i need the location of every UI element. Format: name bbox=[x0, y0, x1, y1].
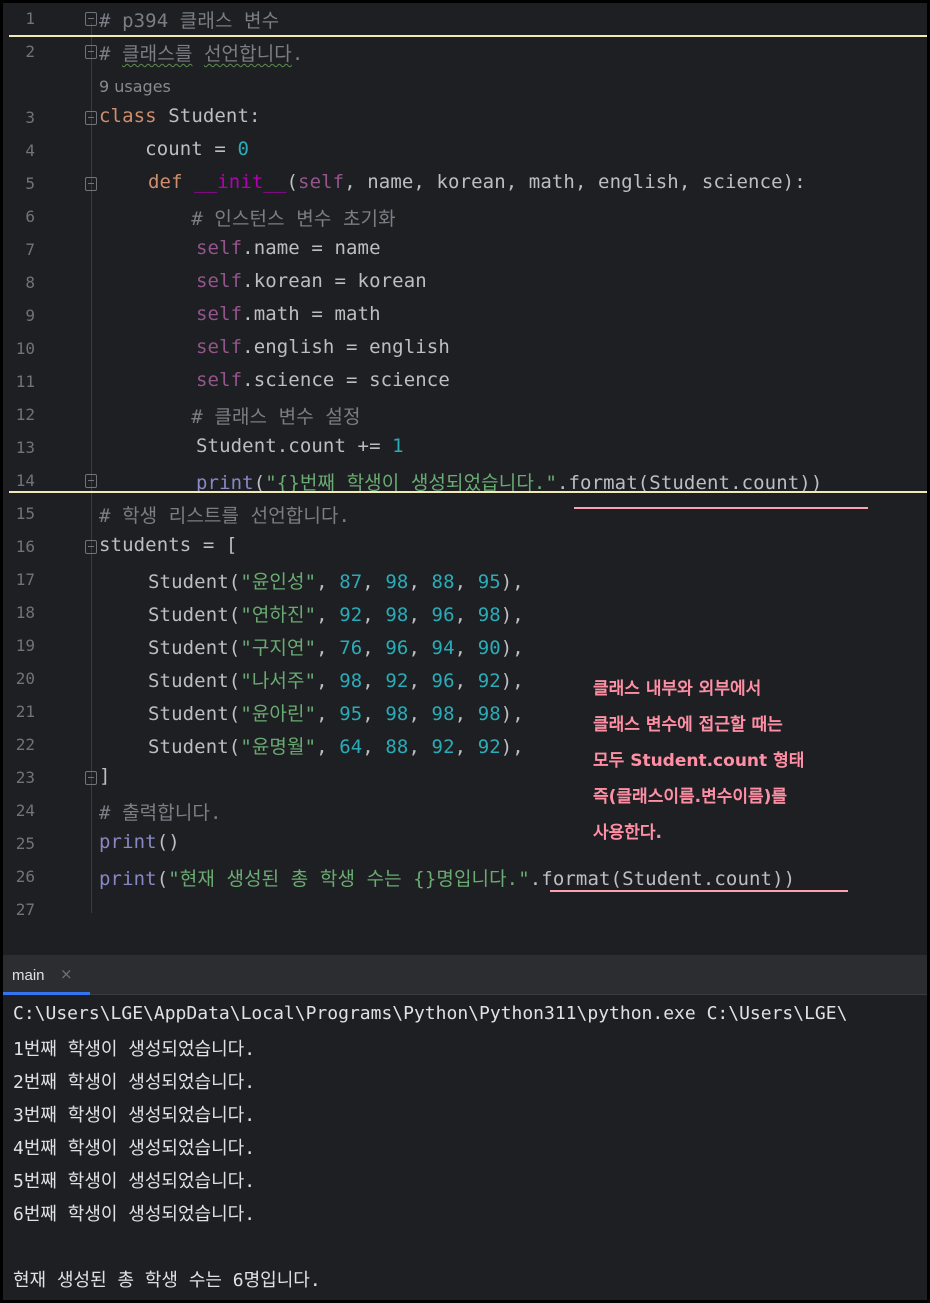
code-line-12: # 클래스 변수 설정 bbox=[99, 406, 361, 428]
line-number: 26 bbox=[15, 867, 35, 886]
console-output-line: C:\Users\LGE\AppData\Local\Programs\Pyth… bbox=[13, 1003, 848, 1024]
line-number: 11 bbox=[15, 372, 35, 391]
line-number: 20 bbox=[15, 669, 35, 688]
line-number: 5 bbox=[25, 174, 35, 193]
highlight-border-bottom bbox=[9, 491, 927, 493]
console-output-line: 2번째 학생이 생성되었습니다. bbox=[13, 1072, 256, 1093]
line-number: 27 bbox=[15, 900, 35, 919]
line-number: 8 bbox=[25, 273, 35, 292]
run-panel: main × C:\Users\LGE\AppData\Local\Progra… bbox=[3, 955, 927, 1300]
annotation-underline bbox=[550, 890, 848, 892]
code-editor[interactable]: 1 2 3 4 5 6 7 8 9 10 11 12 13 14 15 16 1… bbox=[3, 3, 927, 919]
line-number: 9 bbox=[25, 306, 35, 325]
annotation-line: 클래스 내부와 외부에서 bbox=[593, 679, 762, 699]
line-number: 3 bbox=[25, 108, 35, 127]
code-line-13: Student.count += 1 bbox=[196, 435, 404, 457]
line-number: 16 bbox=[15, 537, 35, 556]
console-output-line: 4번째 학생이 생성되었습니다. bbox=[13, 1138, 256, 1159]
code-line-10: self.english = english bbox=[196, 336, 450, 358]
code-line-25: print() bbox=[99, 831, 180, 853]
line-number: 22 bbox=[15, 735, 35, 754]
line-number: 12 bbox=[15, 405, 35, 424]
fold-icon[interactable] bbox=[85, 474, 97, 488]
annotation-underline bbox=[574, 507, 868, 509]
line-number: 24 bbox=[15, 801, 35, 820]
line-number: 10 bbox=[15, 339, 35, 358]
annotation-line: 클래스 변수에 접근할 때는 bbox=[593, 715, 783, 735]
annotation-line: 모두 Student.count 형태 bbox=[593, 751, 805, 771]
code-line-26: print("현재 생성된 총 학생 수는 {}명입니다.".format(St… bbox=[99, 868, 796, 890]
line-number: 18 bbox=[15, 603, 35, 622]
code-line-5: def __init__(self, name, korean, math, e… bbox=[148, 171, 806, 193]
close-icon[interactable]: × bbox=[60, 965, 73, 983]
fold-icon[interactable] bbox=[85, 177, 97, 191]
fold-icon[interactable] bbox=[85, 771, 97, 785]
line-number: 13 bbox=[15, 438, 35, 457]
fold-icon[interactable] bbox=[85, 111, 97, 125]
code-line-6: # 인스턴스 변수 초기화 bbox=[99, 208, 396, 230]
highlight-border-top bbox=[9, 35, 927, 37]
code-line-8: self.korean = korean bbox=[196, 270, 427, 292]
code-line-4: count = 0 bbox=[99, 138, 250, 160]
code-line-9: self.math = math bbox=[196, 303, 381, 325]
student-entry: Student("나서주", 98, 92, 96, 92), bbox=[148, 670, 524, 692]
student-entry: Student("윤명월", 64, 88, 92, 92), bbox=[148, 736, 524, 758]
fold-icon[interactable] bbox=[85, 45, 97, 59]
fold-icon[interactable] bbox=[85, 12, 97, 26]
console-output-line: 현재 생성된 총 학생 수는 6명입니다. bbox=[13, 1270, 321, 1291]
line-number: 14 bbox=[15, 471, 35, 490]
usages-hint[interactable]: 9 usages bbox=[99, 77, 171, 96]
tab-main[interactable]: main bbox=[12, 967, 45, 984]
line-number: 15 bbox=[15, 504, 35, 523]
console-output-line: 1번째 학생이 생성되었습니다. bbox=[13, 1039, 256, 1060]
line-number: 19 bbox=[15, 636, 35, 655]
code-line-15: # 학생 리스트를 선언합니다. bbox=[99, 505, 351, 527]
line-number: 4 bbox=[25, 141, 35, 160]
console-output-line: 3번째 학생이 생성되었습니다. bbox=[13, 1105, 256, 1126]
tab-active-indicator bbox=[3, 992, 90, 995]
line-number: 17 bbox=[15, 570, 35, 589]
code-line-23: ] bbox=[99, 765, 111, 787]
code-line-2: # 클래스를 선언합니다. bbox=[99, 43, 304, 65]
annotation-note: 클래스 내부와 외부에서 클래스 변수에 접근할 때는 모두 Student.c… bbox=[593, 671, 893, 851]
line-number: 23 bbox=[15, 768, 35, 787]
screenshot-frame: 1 2 3 4 5 6 7 8 9 10 11 12 13 14 15 16 1… bbox=[3, 3, 927, 1300]
annotation-line: 즉(클래스이름.변수이름)를 bbox=[593, 787, 788, 807]
student-entry: Student("윤아린", 95, 98, 98, 98), bbox=[148, 703, 524, 725]
line-number: 25 bbox=[15, 834, 35, 853]
console-output-line: 6번째 학생이 생성되었습니다. bbox=[13, 1204, 256, 1225]
line-number: 1 bbox=[25, 9, 35, 28]
student-entry: Student("구지연", 76, 96, 94, 90), bbox=[148, 637, 524, 659]
student-entry: Student("윤인성", 87, 98, 88, 95), bbox=[148, 571, 524, 593]
console-output-line: 5번째 학생이 생성되었습니다. bbox=[13, 1171, 256, 1192]
code-line-3: class Student: bbox=[99, 105, 261, 127]
annotation-line: 사용한다. bbox=[593, 823, 663, 843]
fold-icon[interactable] bbox=[85, 540, 97, 554]
line-number: 21 bbox=[15, 702, 35, 721]
line-number: 7 bbox=[25, 240, 35, 259]
code-line-1: # p394 클래스 변수 bbox=[99, 10, 280, 32]
code-line-11: self.science = science bbox=[196, 369, 450, 391]
run-tab-bar: main × bbox=[3, 955, 927, 995]
code-line-16: students = [ bbox=[99, 534, 238, 556]
line-number: 2 bbox=[25, 42, 35, 61]
code-line-7: self.name = name bbox=[196, 237, 381, 259]
code-line-24: # 출력합니다. bbox=[99, 802, 222, 824]
line-number: 6 bbox=[25, 207, 35, 226]
student-entry: Student("연하진", 92, 98, 96, 98), bbox=[148, 604, 524, 626]
